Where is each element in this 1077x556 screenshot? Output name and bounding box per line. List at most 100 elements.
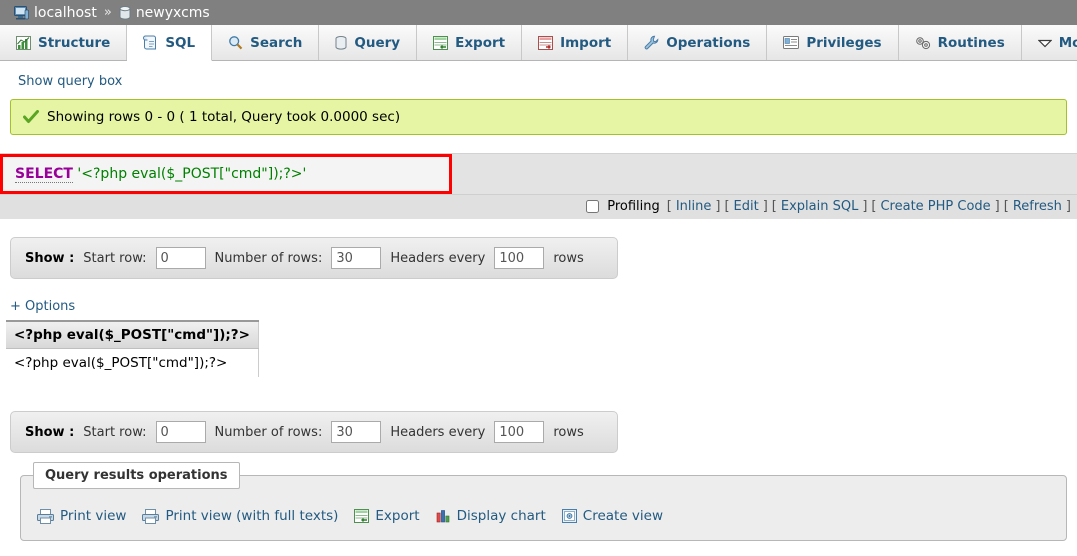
bracket-close: ]: [862, 199, 868, 214]
tab-label: Privileges: [806, 34, 882, 51]
query-results-operations-links: Print view Print view (with full texts): [21, 486, 1066, 524]
database-icon: [119, 5, 131, 20]
show-label: Show :: [25, 424, 75, 440]
sql-query-container: SELECT '<?php eval($_POST["cmd"]);?>' Pr…: [0, 153, 1077, 219]
export-icon: [433, 35, 449, 50]
ops-label: Print view (with full texts): [165, 508, 339, 524]
create-php-code-link[interactable]: Create PHP Code: [880, 199, 990, 214]
num-rows-label: Number of rows:: [214, 250, 323, 266]
tab-label: More: [1058, 34, 1077, 51]
tab-label: Routines: [937, 34, 1005, 51]
chevron-down-icon: [1037, 38, 1052, 48]
routines-icon: [915, 36, 931, 50]
sql-icon: [143, 35, 158, 50]
export-link[interactable]: Export: [354, 508, 420, 524]
start-row-label: Start row:: [83, 424, 147, 440]
success-check-icon: [23, 110, 39, 124]
column-header[interactable]: <?php eval($_POST["cmd"]);?>: [6, 320, 259, 349]
headers-every-input-top[interactable]: [494, 247, 545, 269]
start-row-input-top[interactable]: [155, 247, 206, 269]
main-tab-bar: Structure SQL Search Query Export Import…: [0, 25, 1077, 61]
query-results-operations-panel: Query results operations Print view Prin…: [20, 462, 1067, 541]
structure-icon: [16, 35, 31, 50]
headers-every-label: Headers every: [390, 250, 486, 266]
tab-routines[interactable]: Routines: [898, 25, 1022, 60]
wrench-icon: [644, 35, 659, 50]
explain-sql-link[interactable]: Explain SQL: [781, 199, 858, 214]
search-icon: [228, 35, 243, 50]
bracket-open: [: [724, 199, 730, 214]
tab-search[interactable]: Search: [212, 25, 320, 60]
start-row-input-bottom[interactable]: [155, 421, 206, 443]
edit-link[interactable]: Edit: [734, 199, 759, 214]
breadcrumb-server[interactable]: localhost: [34, 5, 97, 21]
table-row: <?php eval($_POST["cmd"]);?>: [6, 348, 259, 378]
sql-keyword: SELECT: [15, 166, 73, 183]
bracket-close: ]: [994, 199, 1000, 214]
export-icon: [354, 509, 370, 523]
bracket-close: ]: [762, 199, 768, 214]
show-navigation-bar-top: Show : Start row: Number of rows: Header…: [10, 237, 618, 279]
options-toggle-link[interactable]: + Options: [10, 299, 75, 314]
profiling-label: Profiling: [607, 199, 660, 214]
tab-label: Query: [354, 34, 401, 51]
show-query-box-link[interactable]: Show query box: [0, 61, 122, 99]
ops-label: Display chart: [456, 508, 546, 524]
tab-more[interactable]: More: [1021, 25, 1077, 60]
create-view-link[interactable]: Create view: [561, 508, 664, 524]
query-icon: [335, 35, 347, 50]
print-view-full-texts-link[interactable]: Print view (with full texts): [142, 508, 338, 524]
inline-link[interactable]: Inline: [676, 199, 712, 214]
tab-label: Import: [560, 34, 612, 51]
headers-every-label: Headers every: [390, 424, 486, 440]
rows-suffix-label: rows: [553, 250, 584, 266]
num-rows-input-top[interactable]: [331, 247, 382, 269]
tab-label: Search: [250, 34, 303, 51]
breadcrumb-database[interactable]: newyxcms: [136, 5, 210, 21]
ops-label: Print view: [60, 508, 127, 524]
server-breadcrumb-bar: localhost » newyxcms: [0, 0, 1077, 25]
rows-suffix-label: rows: [553, 424, 584, 440]
start-row-label: Start row:: [83, 250, 147, 266]
bar-chart-icon: [436, 509, 451, 523]
import-icon: [538, 35, 554, 50]
tab-label: Export: [455, 34, 506, 51]
query-results-operations-legend: Query results operations: [33, 462, 240, 489]
bracket-open: [: [771, 199, 777, 214]
print-view-link[interactable]: Print view: [37, 508, 126, 524]
headers-every-input-bottom[interactable]: [494, 421, 545, 443]
tab-query[interactable]: Query: [319, 25, 418, 60]
tab-privileges[interactable]: Privileges: [767, 25, 899, 60]
breadcrumb-separator: »: [103, 5, 112, 20]
print-icon: [37, 508, 54, 524]
num-rows-input-bottom[interactable]: [331, 421, 382, 443]
sql-string-literal: '<?php eval($_POST["cmd"]);?>': [77, 166, 307, 182]
page-content: Show query box Showing rows 0 - 0 ( 1 to…: [0, 61, 1077, 541]
query-status-text: Showing rows 0 - 0 ( 1 total, Query took…: [47, 109, 401, 125]
tab-label: Structure: [38, 34, 111, 51]
table-header-row: <?php eval($_POST["cmd"]);?>: [6, 320, 259, 349]
ops-label: Export: [375, 508, 420, 524]
show-label: Show :: [25, 250, 75, 266]
table-cell[interactable]: <?php eval($_POST["cmd"]);?>: [6, 348, 259, 378]
num-rows-label: Number of rows:: [214, 424, 323, 440]
tab-import[interactable]: Import: [522, 25, 629, 60]
refresh-link[interactable]: Refresh: [1013, 199, 1062, 214]
tab-structure[interactable]: Structure: [0, 25, 128, 60]
bracket-close: ]: [1065, 199, 1071, 214]
executed-sql-query[interactable]: SELECT '<?php eval($_POST["cmd"]);?>': [0, 154, 452, 194]
profiling-checkbox[interactable]: [586, 200, 600, 213]
tab-sql[interactable]: SQL: [127, 25, 213, 61]
ops-label: Create view: [582, 508, 664, 524]
tab-export[interactable]: Export: [417, 25, 523, 60]
server-icon: [14, 5, 29, 20]
query-status-notice: Showing rows 0 - 0 ( 1 total, Query took…: [10, 99, 1067, 135]
query-options-bar: Profiling [ Inline ] [ Edit ] [ Explain …: [0, 194, 1077, 219]
bracket-open: [: [666, 199, 672, 214]
bracket-open: [: [871, 199, 877, 214]
bracket-open: [: [1003, 199, 1009, 214]
tab-operations[interactable]: Operations: [628, 25, 768, 60]
breadcrumb: localhost » newyxcms: [14, 5, 210, 21]
create-view-icon: [561, 509, 577, 523]
display-chart-link[interactable]: Display chart: [436, 508, 546, 524]
